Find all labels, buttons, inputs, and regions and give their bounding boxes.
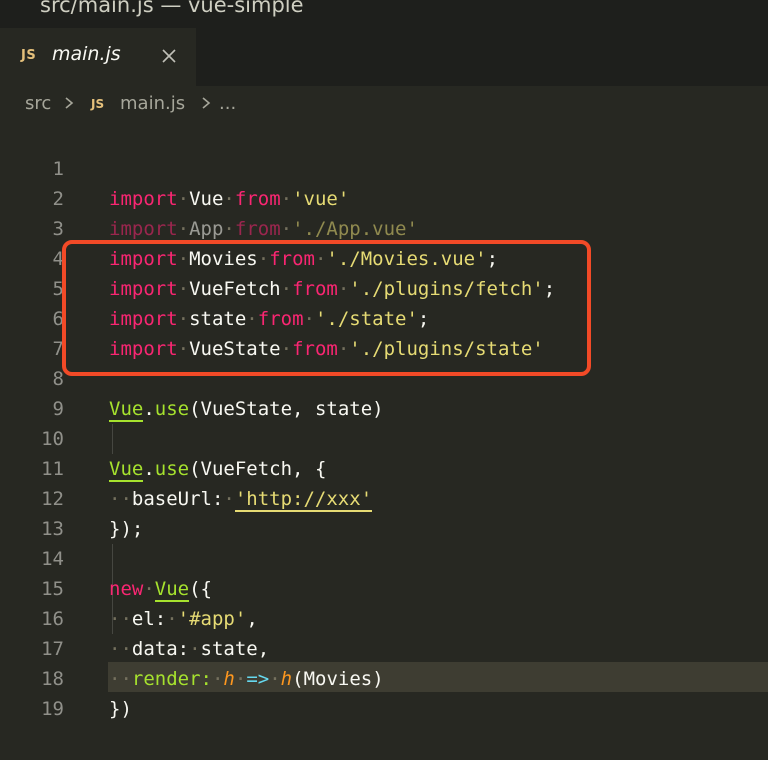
code-line: 11 ··baseUrl:·'http://xxx' [0, 424, 768, 512]
breadcrumb-more[interactable]: ... [219, 93, 236, 114]
js-file-icon: JS [91, 97, 105, 111]
code-line: 10 Vue.use(VueFetch, { [0, 394, 768, 482]
line-number: 19 [41, 698, 64, 720]
code-line: 12 }); [0, 454, 768, 540]
breadcrumb: src JS main.js ... [0, 86, 768, 124]
code-line: 13 [0, 484, 768, 540]
window-title: src/main.js — vue-simple [40, 0, 304, 17]
chevron-right-icon [65, 97, 74, 109]
code-line: 1 import·Vue·from·'vue' [0, 124, 768, 210]
js-file-icon: JS [21, 48, 37, 63]
code-editor[interactable]: 1 import·Vue·from·'vue' 2 import·App·fro… [0, 124, 768, 760]
tab-main-js[interactable]: JS main.js [0, 28, 196, 86]
code-line: 17 ··render:·h·=>·h(Movies) [0, 604, 768, 690]
close-icon[interactable] [160, 47, 178, 65]
chevron-right-icon [202, 97, 211, 109]
code-line: 3 import·Movies·from·'./Movies.vue'; [0, 184, 768, 270]
tab-label: main.js [52, 43, 121, 65]
window-title-bar: src/main.js — vue-simple [0, 0, 768, 28]
code-line: 19 [0, 664, 768, 720]
code-line: 15 ··el:·'#app', [0, 544, 768, 630]
breadcrumb-file[interactable]: main.js [120, 93, 185, 114]
breadcrumb-folder[interactable]: src [25, 93, 51, 114]
tab-strip: JS main.js [0, 28, 768, 86]
annotation-highlight-box [62, 240, 591, 376]
code-line: 16 ··data:·state, [0, 574, 768, 660]
code-line: 18 }) [0, 634, 768, 720]
code-line: 2 import·App·from·'./App.vue' [0, 154, 768, 240]
code-line: 14 new·Vue({ [0, 514, 768, 602]
